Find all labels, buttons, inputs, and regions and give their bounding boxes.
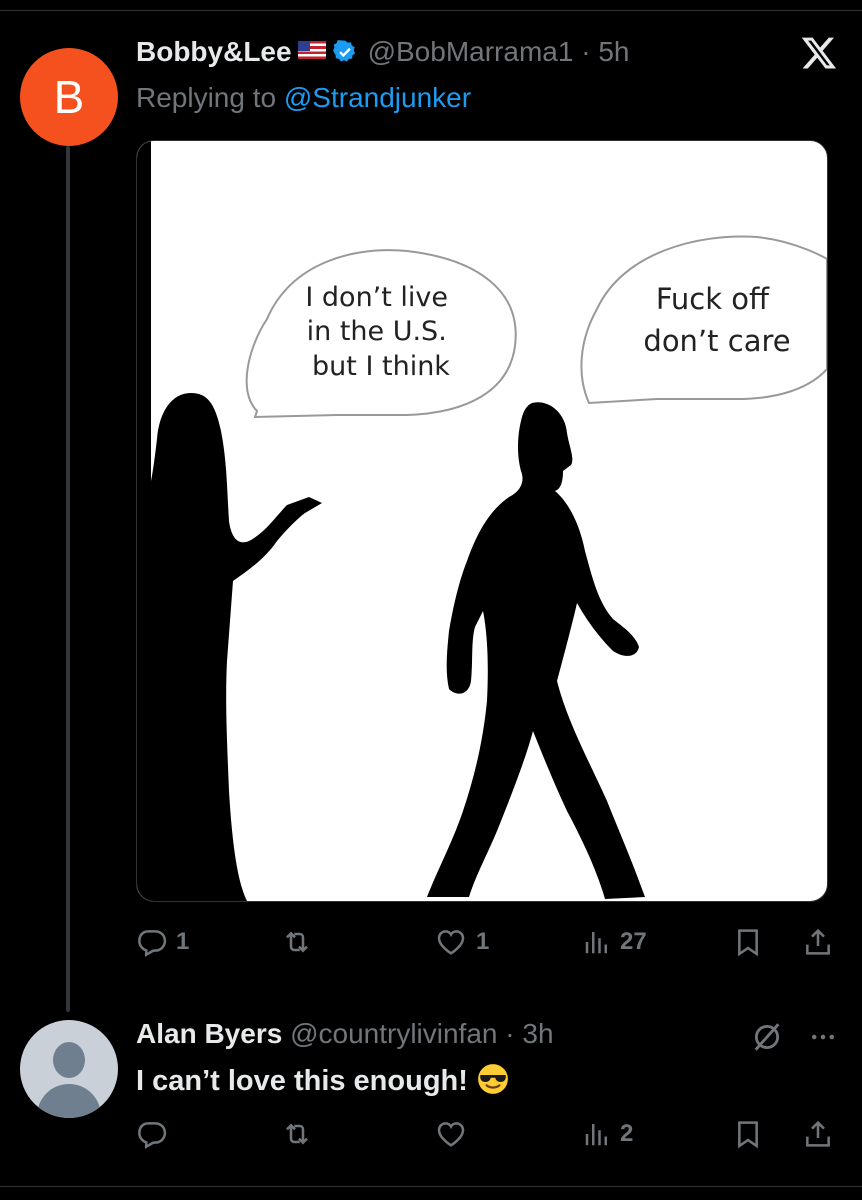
like-count: 1: [476, 928, 490, 955]
reply-author-name[interactable]: Alan Byers: [136, 1018, 282, 1049]
verified-badge-icon: [332, 39, 355, 62]
like-button[interactable]: [434, 1118, 476, 1150]
grok-icon[interactable]: [750, 1020, 784, 1054]
right-bubble-line-2: don’t care: [643, 324, 790, 358]
view-count: 2: [620, 1120, 634, 1147]
left-bubble-line-1: I don’t live: [305, 282, 448, 313]
like-icon: [437, 1122, 465, 1147]
retweet-icon: [286, 1123, 308, 1145]
replying-to-handle[interactable]: @Strandjunker: [284, 82, 471, 113]
left-bubble-line-2: in the U.S.: [307, 316, 447, 347]
reply-button[interactable]: [136, 1118, 176, 1150]
avatar-head-shape: [53, 1042, 85, 1078]
avatar[interactable]: B: [20, 48, 118, 146]
view-count: 27: [620, 928, 647, 955]
bottom-divider: [0, 1186, 862, 1187]
man-silhouette: [427, 402, 645, 899]
reply-author-handle[interactable]: @countrylivinfan: [290, 1018, 497, 1049]
x-logo-icon[interactable]: [800, 34, 838, 72]
reply-text: I can’t love this enough!: [136, 1062, 510, 1100]
replying-to-line: Replying to @Strandjunker: [136, 80, 471, 116]
right-bubble-line-1: Fuck off: [656, 282, 770, 316]
tweet-header: Bobby&Lee @BobMarrama1 · 5h: [136, 34, 629, 70]
woman-silhouette: [151, 393, 322, 901]
reply-actions: 2: [136, 1118, 840, 1158]
views-icon: [585, 932, 607, 954]
reply-icon: [138, 930, 167, 957]
meme-illustration: I don’t live in the U.S. but I think Fuc…: [137, 141, 827, 901]
reply-button[interactable]: 1: [136, 926, 189, 958]
more-icon[interactable]: [806, 1022, 840, 1052]
like-icon: [437, 930, 465, 955]
reply-text-content: I can’t love this enough!: [136, 1065, 468, 1097]
author-name[interactable]: Bobby&Lee: [136, 36, 292, 67]
top-divider: [0, 10, 862, 11]
share-icon: [806, 1120, 830, 1147]
tweet-image[interactable]: I don’t live in the U.S. but I think Fuc…: [136, 140, 828, 902]
like-button[interactable]: 1: [434, 926, 489, 958]
reply-time[interactable]: 3h: [522, 1018, 553, 1049]
bookmark-icon: [738, 929, 758, 957]
thread-connector-line: [66, 146, 70, 1012]
bookmark-button[interactable]: [732, 926, 764, 958]
default-avatar[interactable]: [20, 1020, 118, 1118]
retweet-icon: [286, 931, 308, 953]
left-bubble-line-3: but I think: [312, 351, 450, 382]
tweet-time[interactable]: 5h: [598, 36, 629, 67]
us-flag-icon: [297, 41, 326, 59]
avatar-body-shape: [37, 1084, 101, 1118]
retweet-button[interactable]: [280, 926, 322, 958]
bookmark-icon: [738, 1121, 758, 1149]
smiling-face-with-sunglasses-icon: [478, 1064, 508, 1094]
tweet-actions: 1 1 27: [136, 926, 840, 966]
share-button[interactable]: [802, 926, 834, 958]
retweet-button[interactable]: [280, 1118, 322, 1150]
svg-text:I don’t live in the U.S.: I don’t live in the U.S. but I think: [305, 282, 456, 382]
reply-header: Alan Byers @countrylivinfan · 3h: [136, 1016, 554, 1052]
views-icon: [585, 1124, 607, 1146]
time-separator: ·: [573, 36, 599, 67]
share-button[interactable]: [802, 1118, 834, 1150]
reply-icon: [138, 1122, 167, 1149]
right-speech-bubble: [580, 235, 827, 405]
time-separator: ·: [497, 1018, 523, 1049]
bookmark-button[interactable]: [732, 1118, 764, 1150]
author-handle[interactable]: @BobMarrama1: [368, 36, 574, 67]
views-button[interactable]: 27: [582, 926, 647, 958]
views-button[interactable]: 2: [582, 1118, 633, 1150]
share-icon: [806, 928, 830, 955]
reply-count: 1: [176, 928, 190, 955]
avatar-letter: B: [53, 71, 85, 123]
replying-prefix: Replying to: [136, 82, 277, 113]
